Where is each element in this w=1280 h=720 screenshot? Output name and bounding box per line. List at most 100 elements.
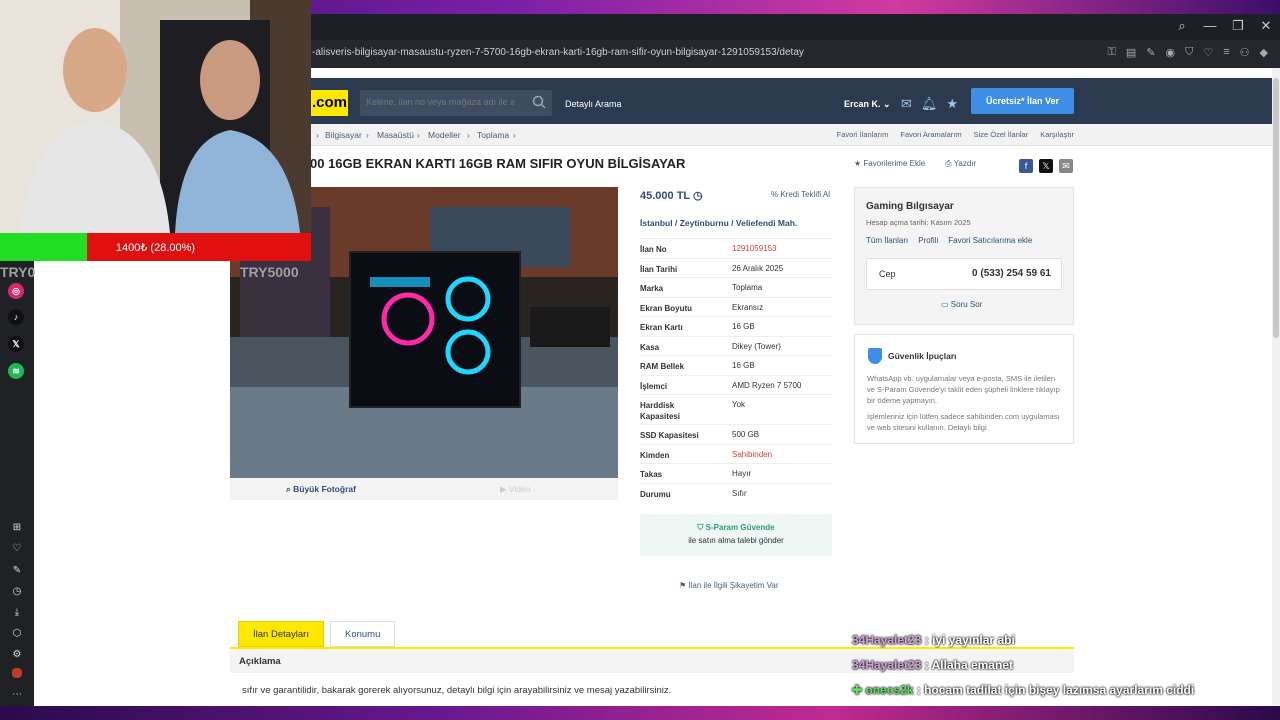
close-icon[interactable]: ✕ xyxy=(1258,18,1274,34)
minimize-icon[interactable]: — xyxy=(1202,18,1218,34)
favorite-listings-link[interactable]: Favori İlanlarım xyxy=(837,130,889,139)
email-icon[interactable]: ✉ xyxy=(1059,159,1073,173)
special-listings-link[interactable]: Size Özel İlanlar xyxy=(974,130,1029,139)
spec-value: 16 GB xyxy=(732,322,755,331)
add-favorite-button[interactable]: ★ Favorilerime Ekle xyxy=(854,159,925,169)
extension-icon[interactable]: ◆ xyxy=(1260,46,1268,59)
compare-link[interactable]: Karşılaştır xyxy=(1040,130,1074,139)
heart-icon[interactable]: ♡ xyxy=(1203,46,1213,59)
ask-question-button[interactable]: ▭ Soru Sor xyxy=(941,300,982,309)
profile-icon[interactable]: ⚇ xyxy=(1240,46,1250,59)
scrollbar-thumb[interactable] xyxy=(1273,78,1279,338)
user-name[interactable]: Ercan K. xyxy=(844,99,881,109)
post-ad-button[interactable]: Ücretsiz* İlan Ver xyxy=(971,88,1074,114)
history-icon[interactable]: ◷ xyxy=(693,190,703,202)
goal-max-label: TRY5000 xyxy=(240,264,299,280)
spec-key: Kimden xyxy=(640,450,670,460)
spec-key: Marka xyxy=(640,284,664,293)
location-neighborhood[interactable]: Veliefendi Mah. xyxy=(736,218,797,228)
spec-value: Dikey (Tower) xyxy=(732,341,781,351)
listing-location: İstanbul / Zeytinburnu / Veliefendi Mah. xyxy=(640,218,798,228)
tiktok-icon: ♪ xyxy=(8,309,24,325)
restore-icon[interactable]: ❐ xyxy=(1230,18,1246,34)
breadcrumb-item[interactable]: Toplama xyxy=(477,130,509,140)
shield-icon xyxy=(868,348,882,364)
favorite-searches-link[interactable]: Favori Aramalarım xyxy=(900,130,961,139)
tab-location[interactable]: Konumu xyxy=(329,621,396,647)
bell-icon[interactable]: 🔔︎ xyxy=(921,96,938,112)
record-icon[interactable] xyxy=(12,668,22,678)
edit-icon[interactable]: ✎ xyxy=(9,562,25,578)
complaint-link[interactable]: ⚑ İlan ile İlgili Şikayetim Var xyxy=(679,581,779,590)
facebook-icon[interactable]: f xyxy=(1019,159,1033,173)
spec-row: Marka Toplama xyxy=(640,277,832,297)
seller-card: Gaming Bılgısayar Hesap açma tarihi: Kas… xyxy=(854,187,1074,325)
all-listings-link[interactable]: Tüm İlanları xyxy=(866,236,908,245)
spec-value: 26 Aralık 2025 xyxy=(732,263,784,273)
x-icon[interactable]: 𝕏 xyxy=(1039,159,1053,173)
breadcrumb-item[interactable]: Bilgisayar xyxy=(325,130,362,140)
edit-icon[interactable]: ✎ xyxy=(1146,46,1155,59)
box-icon[interactable]: ⬡ xyxy=(9,625,25,641)
heart-icon[interactable]: ♡ xyxy=(9,540,25,556)
chat-user: 34Hayalet23 xyxy=(852,633,922,647)
mail-icon[interactable]: ✉ xyxy=(901,96,912,112)
chat-message: ✚ onecs2k : hocam tadilat için bişey laz… xyxy=(852,683,1194,697)
seller-name[interactable]: Gaming Bılgısayar xyxy=(866,201,954,212)
search-icon[interactable]: ⌕ xyxy=(1174,18,1190,34)
detailed-search-link[interactable]: Detaylı Arama xyxy=(565,99,622,109)
breadcrumb-sep: › xyxy=(467,130,470,140)
breadcrumb-item[interactable]: Masaüstü xyxy=(377,130,414,140)
spec-key: İşlemci xyxy=(640,381,668,391)
site-logo[interactable]: .com xyxy=(310,90,348,116)
menu-icon[interactable]: ≡ xyxy=(1223,46,1229,59)
spec-key: İlan No xyxy=(640,245,667,254)
shield-check-icon: ⛉ xyxy=(697,523,706,532)
spec-key: SSD Kapasitesi xyxy=(640,431,699,440)
search-icon[interactable] xyxy=(532,95,546,109)
reader-icon[interactable]: ▤ xyxy=(1126,46,1136,59)
search-input[interactable] xyxy=(360,90,520,114)
user-menu[interactable]: Ercan K. ⌄ xyxy=(844,99,891,110)
print-button[interactable]: ⎙ Yazdır xyxy=(945,159,976,169)
history-icon[interactable]: ◷ xyxy=(9,583,25,599)
gear-icon[interactable]: ⚙ xyxy=(9,646,25,662)
tab-listing-details[interactable]: İlan Detayları xyxy=(238,621,324,647)
instagram-icon: ◎ xyxy=(8,283,24,299)
price-value: 45.000 TL xyxy=(640,190,690,202)
star-icon[interactable]: ★ xyxy=(946,96,958,112)
sparam-box[interactable]: ⛉ S-Param Güvende ile satın alma talebi … xyxy=(640,514,832,556)
favorite-seller-link[interactable]: Favori Satıcılarıma ekle xyxy=(948,236,1032,245)
chat-text: : hocam tadilat için bişey lazımsa ayarl… xyxy=(916,683,1195,697)
download-icon[interactable]: ⤓ xyxy=(9,604,25,620)
spec-row: Takas Hayır xyxy=(640,463,832,483)
search-box[interactable] xyxy=(360,90,552,116)
spec-key: Harddisk Kapasitesi xyxy=(640,401,681,421)
description-title: Açıklama xyxy=(239,656,281,667)
photo-toolbar: ⌕ Büyük Fotoğraf ▶ Video xyxy=(230,478,618,500)
printer-icon: ⎙ xyxy=(945,159,954,168)
big-photo-button[interactable]: ⌕ Büyük Fotoğraf xyxy=(286,484,356,495)
key-icon[interactable]: ⚿ xyxy=(1108,46,1116,59)
phone-number[interactable]: 0 (533) 254 59 61 xyxy=(972,268,1051,279)
detail-tabs: İlan Detayları Konumu xyxy=(238,621,396,647)
chat-username: onecs2k xyxy=(865,683,914,697)
x-icon: 𝕏 xyxy=(8,336,24,352)
grid-icon[interactable]: ⊞ xyxy=(9,519,25,535)
chat-text: : Allaha emanet xyxy=(924,658,1013,672)
spotify-icon: ≋ xyxy=(8,363,24,379)
spec-row: İlan Tarihi 26 Aralık 2025 xyxy=(640,257,832,278)
video-button[interactable]: ▶ Video xyxy=(500,484,531,495)
phone-box[interactable]: Cep 0 (533) 254 59 61 xyxy=(866,258,1062,290)
shield-icon[interactable]: ⛉ xyxy=(1185,46,1193,59)
location-district[interactable]: Zeytinburnu xyxy=(680,218,729,228)
credit-offer-link[interactable]: % Kredi Teklifi Al xyxy=(771,190,830,199)
profile-link[interactable]: Profili xyxy=(918,236,938,245)
scrollbar[interactable] xyxy=(1272,68,1280,706)
url-text[interactable]: -alisveris-bilgisayar-masaustu-ryzen-7-5… xyxy=(312,47,804,58)
breadcrumb-item[interactable]: Modeller xyxy=(428,130,461,140)
camera-icon[interactable]: ◉ xyxy=(1166,46,1176,59)
more-icon[interactable]: ⋯ xyxy=(9,686,25,702)
location-city[interactable]: İstanbul xyxy=(640,218,673,228)
percent-icon: % xyxy=(771,190,781,199)
